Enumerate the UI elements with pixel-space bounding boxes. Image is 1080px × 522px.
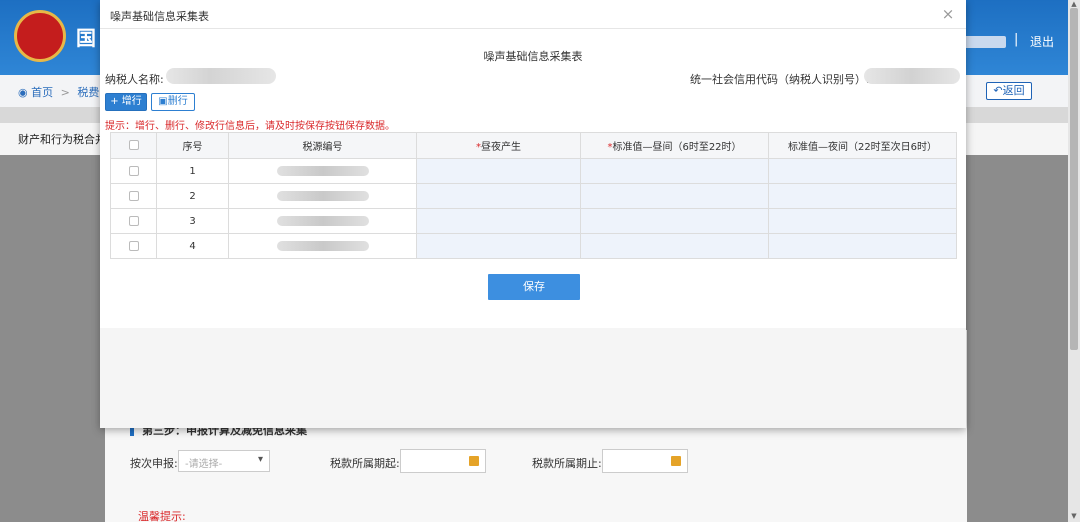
col-header-source: 税源编号: [228, 132, 417, 159]
row-select-cell[interactable]: [110, 233, 157, 259]
std-night-input[interactable]: [768, 158, 957, 184]
save-button[interactable]: 保存: [488, 274, 580, 300]
site-title: 国: [76, 26, 96, 50]
close-icon[interactable]: ×: [940, 6, 956, 22]
row-checkbox[interactable]: [128, 215, 139, 226]
scroll-down-icon[interactable]: ▼: [1069, 512, 1079, 520]
std-day-input[interactable]: [580, 233, 769, 259]
std-night-input[interactable]: [768, 183, 957, 209]
day-night-input[interactable]: [416, 233, 581, 259]
modal-title: 噪声基础信息采集表: [110, 10, 209, 23]
source-cell: [228, 208, 417, 234]
seq-cell: 1: [156, 158, 229, 184]
row-select-cell[interactable]: [110, 183, 157, 209]
calendar-icon[interactable]: [671, 456, 681, 466]
period-end-label: 税款所属期止:: [532, 457, 602, 470]
save-reminder-tip: 提示：增行、删行、修改行信息后，请及时按保存按钮保存数据。: [105, 121, 395, 132]
period-start-label: 税款所属期起:: [330, 457, 400, 470]
std-night-input[interactable]: [768, 208, 957, 234]
row-select-cell[interactable]: [110, 208, 157, 234]
row-select-cell[interactable]: [110, 158, 157, 184]
source-id-redacted: [276, 165, 369, 176]
breadcrumb-separator: >: [60, 86, 70, 99]
back-button-label: 返回: [1002, 84, 1025, 97]
seq-cell: 4: [156, 233, 229, 259]
col-header-seq: 序号: [156, 132, 229, 159]
filing-select[interactable]: -请选择-: [178, 450, 270, 472]
seq-cell: 3: [156, 208, 229, 234]
table-row: 2: [110, 183, 957, 209]
taxpayer-name-value-redacted: [166, 68, 276, 84]
location-pin-icon: ◉: [18, 86, 28, 99]
warm-tip: 温馨提示:: [138, 510, 186, 522]
breadcrumb: ◉ 首页 > 税费申: [18, 84, 110, 100]
row-checkbox[interactable]: [128, 190, 139, 201]
std-night-input[interactable]: [768, 233, 957, 259]
scroll-up-icon[interactable]: ▲: [1069, 0, 1079, 8]
tax-emblem-logo: [14, 10, 66, 62]
col-header-std-night: 标准值—夜间（22时至次日6时）: [768, 132, 957, 159]
source-cell: [228, 158, 417, 184]
table-header-row: 序号 税源编号 *昼夜产生 *标准值—昼间（6时至22时） 标准值—夜间（22时…: [110, 132, 957, 159]
day-night-input[interactable]: [416, 208, 581, 234]
col-header-std-day-label: 标准值—昼间（6时至22时）: [612, 142, 742, 153]
delete-row-label: 删行: [167, 96, 188, 107]
col-header-day-night: *昼夜产生: [416, 132, 581, 159]
filing-label: 按次申报:: [130, 457, 178, 470]
std-day-input[interactable]: [580, 183, 769, 209]
row-checkbox[interactable]: [128, 165, 139, 176]
add-row-button[interactable]: + 增行: [105, 93, 147, 111]
period-start-input[interactable]: [400, 449, 486, 473]
select-all-checkbox[interactable]: [128, 140, 139, 150]
credit-code-label: 统一社会信用代码（纳税人识别号）:: [690, 73, 870, 86]
calendar-icon[interactable]: [469, 456, 479, 466]
header-separator: |: [1014, 32, 1019, 47]
day-night-input[interactable]: [416, 158, 581, 184]
form-title: 噪声基础信息采集表: [483, 50, 583, 63]
std-day-input[interactable]: [580, 158, 769, 184]
credit-code-value-redacted: [864, 68, 960, 84]
modal-divider: [100, 28, 966, 29]
noise-info-table: 序号 税源编号 *昼夜产生 *标准值—昼间（6时至22时） 标准值—夜间（22时…: [110, 132, 957, 259]
day-night-input[interactable]: [416, 183, 581, 209]
breadcrumb-home[interactable]: 首页: [31, 86, 53, 99]
col-header-day-night-label: 昼夜产生: [481, 142, 521, 153]
tab-property-behavior-tax[interactable]: 财产和行为税合并: [18, 131, 106, 147]
modal-footer-area: [100, 328, 966, 428]
scrollbar-thumb[interactable]: [1070, 8, 1078, 350]
source-cell: [228, 183, 417, 209]
table-row: 3: [110, 208, 957, 234]
back-button[interactable]: ↶返回: [986, 82, 1032, 100]
row-checkbox[interactable]: [128, 240, 139, 251]
period-end-input[interactable]: [602, 449, 688, 473]
source-id-redacted: [276, 215, 369, 226]
source-id-redacted: [276, 190, 369, 201]
trash-icon: ▣: [158, 96, 168, 107]
logout-link[interactable]: 退出: [1030, 33, 1054, 50]
source-cell: [228, 233, 417, 259]
noise-info-modal: 噪声基础信息采集表 × 噪声基础信息采集表 纳税人名称: 统一社会信用代码（纳税…: [100, 0, 966, 428]
select-all-cell[interactable]: [110, 132, 157, 159]
source-id-redacted: [276, 240, 369, 251]
std-day-input[interactable]: [580, 208, 769, 234]
table-row: 4: [110, 233, 957, 259]
seq-cell: 2: [156, 183, 229, 209]
col-header-std-day: *标准值—昼间（6时至22时）: [580, 132, 769, 159]
return-arrow-icon: ↶: [993, 84, 1003, 97]
taxpayer-name-label: 纳税人名称:: [105, 73, 164, 86]
delete-row-button[interactable]: ▣删行: [151, 93, 195, 111]
table-row: 1: [110, 158, 957, 184]
